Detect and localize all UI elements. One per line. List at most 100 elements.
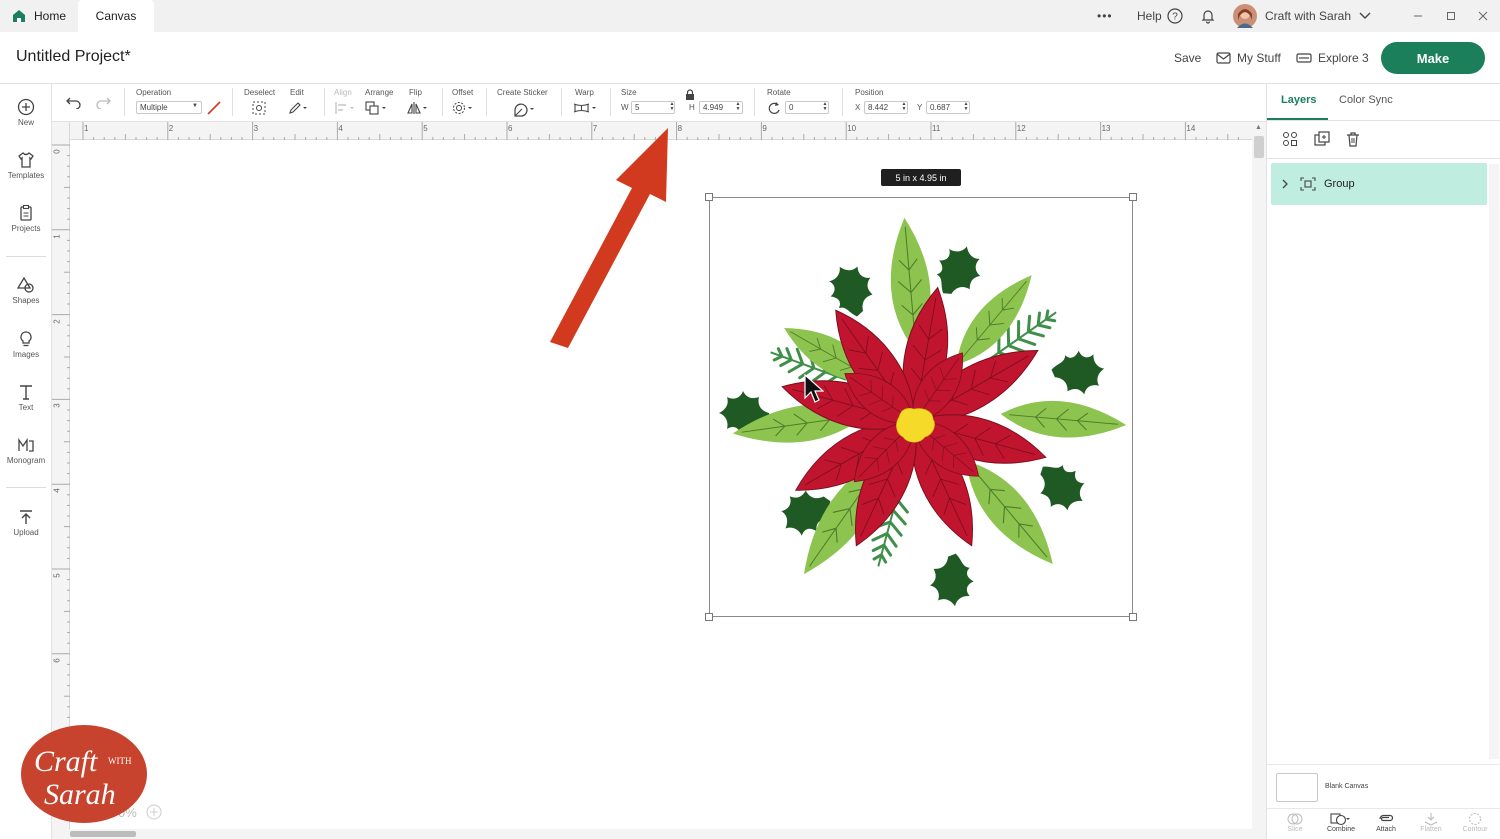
line-color-swatch[interactable] [206, 100, 222, 116]
home-icon [13, 10, 25, 22]
new-button[interactable]: New [0, 98, 52, 127]
layers-panel: Layers Color Sync Group Blank Canvas Sli… [1266, 84, 1500, 839]
plus-circle-icon [17, 98, 35, 116]
x-stepper[interactable]: ▲ ▼ [901, 102, 907, 113]
vertical-scrollbar[interactable]: ▲ [1252, 122, 1266, 839]
text-button[interactable]: Text [0, 383, 52, 412]
flatten-icon [1424, 813, 1438, 826]
zoom-in-icon[interactable] [146, 804, 162, 820]
shapes-button[interactable]: Shapes [0, 276, 52, 305]
y-value: 0.687 [930, 103, 951, 112]
upload-icon [20, 510, 32, 524]
more-menu-button[interactable]: ••• [1097, 0, 1113, 32]
scroll-up-arrow-icon[interactable]: ▲ [1255, 124, 1262, 131]
annotation-arrow [550, 128, 668, 348]
combine-icon [1330, 813, 1350, 826]
blank-canvas-row[interactable]: Blank Canvas [1267, 764, 1500, 808]
redo-icon[interactable] [95, 97, 111, 109]
resize-handle[interactable] [705, 613, 713, 621]
images-label: Images [12, 350, 40, 359]
deselect-label: Deselect [244, 88, 276, 97]
tab-color-sync-label: Color Sync [1339, 94, 1393, 106]
notifications-button[interactable] [1200, 0, 1216, 32]
slice-button[interactable]: Slice [1273, 812, 1317, 833]
height-label: H [689, 103, 695, 112]
separator [610, 88, 611, 116]
top-bar: Home Canvas ••• Help ? Craft with Sarah [0, 0, 1500, 32]
dropdown-arrow-icon: ▼ [192, 103, 198, 109]
layer-group-row[interactable]: Group [1271, 163, 1487, 205]
upload-button[interactable]: Upload [0, 508, 52, 537]
help-label: Help [1137, 9, 1162, 23]
height-stepper[interactable]: ▲ ▼ [735, 102, 741, 113]
separator [324, 88, 325, 116]
ruler-label: 3 [253, 124, 259, 133]
lock-icon[interactable] [684, 89, 696, 101]
offset-icon [453, 102, 472, 114]
size-tooltip: 5 in x 4.95 in [881, 169, 961, 186]
projects-button[interactable]: Projects [0, 204, 52, 233]
group-icon[interactable] [1282, 131, 1298, 147]
resize-handle[interactable] [1129, 193, 1137, 201]
save-button[interactable]: Save [1174, 51, 1201, 65]
account-menu[interactable]: Craft with Sarah [1233, 0, 1371, 32]
chevron-right-icon[interactable] [1281, 179, 1289, 189]
tab-layers[interactable]: Layers [1281, 94, 1316, 106]
shapes-label: Shapes [12, 296, 40, 305]
my-stuff-button[interactable]: My Stuff [1216, 51, 1281, 65]
monogram-button[interactable]: Monogram [0, 436, 52, 465]
x-label: X [855, 103, 861, 112]
scroll-thumb[interactable] [70, 831, 136, 837]
images-button[interactable]: Images [0, 330, 52, 359]
canvas-swatch[interactable] [1276, 773, 1318, 802]
machine-icon [1296, 53, 1312, 63]
minimize-button[interactable] [1413, 0, 1423, 32]
duplicate-icon[interactable] [1314, 131, 1330, 147]
ruler-label: 0 [52, 149, 62, 154]
width-stepper[interactable]: ▲ ▼ [669, 102, 675, 113]
tab-home[interactable]: Home [0, 0, 78, 32]
tab-color-sync[interactable]: Color Sync [1339, 94, 1393, 106]
layer-group-label: Group [1324, 178, 1355, 190]
lightbulb-icon [20, 331, 32, 347]
ruler-label: 10 [847, 124, 857, 133]
make-button[interactable]: Make [1381, 42, 1485, 74]
layers-scrollbar[interactable] [1489, 164, 1499, 759]
close-window-button[interactable] [1478, 0, 1488, 32]
help-button[interactable]: Help ? [1137, 0, 1183, 32]
resize-handle[interactable] [705, 193, 713, 201]
horizontal-scrollbar[interactable] [52, 829, 1252, 839]
divider [6, 256, 46, 257]
new-label: New [17, 118, 34, 127]
templates-button[interactable]: Templates [0, 151, 52, 180]
slice-label: Slice [1287, 826, 1303, 833]
operation-select[interactable]: Multiple ▼ [136, 101, 202, 114]
flatten-label: Flatten [1420, 826, 1442, 833]
align-icon [335, 102, 354, 114]
svg-text:?: ? [1172, 12, 1178, 23]
ruler-label: 7 [592, 124, 598, 133]
resize-handle[interactable] [1129, 613, 1137, 621]
flip-label: Flip [409, 88, 422, 97]
machine-selector[interactable]: Explore 3 [1296, 51, 1369, 65]
y-stepper[interactable]: ▲ ▼ [963, 102, 969, 113]
close-icon [1478, 11, 1488, 21]
selection-box[interactable] [705, 193, 1137, 621]
trash-icon[interactable] [1345, 131, 1361, 147]
tab-layers-label: Layers [1281, 94, 1317, 106]
flatten-button[interactable]: Flatten [1409, 812, 1453, 833]
monogram-icon [18, 437, 34, 452]
attach-button[interactable]: Attach [1364, 812, 1408, 833]
ruler-label: 4 [338, 124, 343, 133]
undo-icon[interactable] [66, 97, 82, 109]
maximize-button[interactable] [1446, 0, 1456, 32]
scroll-thumb[interactable] [1254, 136, 1264, 158]
tab-canvas[interactable]: Canvas [78, 0, 154, 32]
contour-button[interactable]: Contour [1453, 812, 1497, 833]
rotate-stepper[interactable]: ▲ ▼ [822, 102, 828, 113]
position-label: Position [855, 88, 884, 97]
combine-button[interactable]: Combine [1319, 812, 1363, 833]
combine-label: Combine [1326, 826, 1355, 833]
project-title[interactable]: Untitled Project* [16, 48, 131, 66]
deselect-icon [252, 101, 266, 115]
